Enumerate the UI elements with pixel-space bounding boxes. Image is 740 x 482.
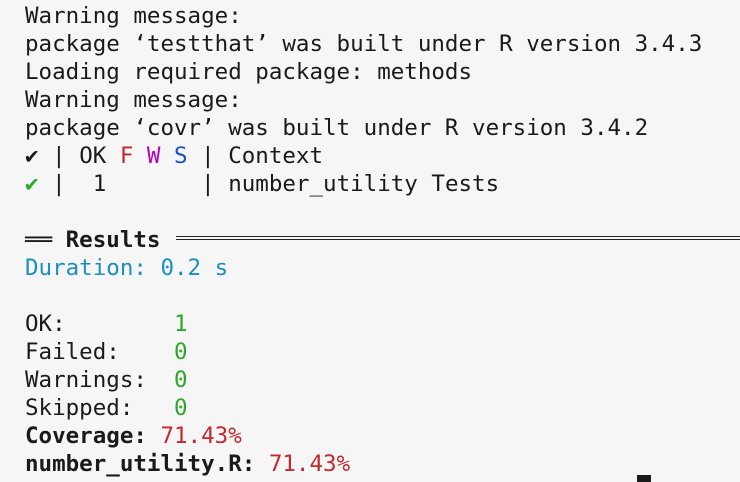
results-heading: Results (65, 227, 161, 253)
check-icon: ✔ (25, 143, 39, 169)
summary-failed-row: Failed: 0 (25, 338, 188, 366)
column-separator: | (201, 143, 215, 169)
test-table-row: ✔ | 1 | number_utility Tests (25, 170, 499, 198)
ok-count: 1 (92, 171, 107, 197)
skipped-label: Skipped: (25, 395, 134, 421)
context-column-header: Context (228, 143, 324, 169)
results-heading-line: ══ Results (25, 226, 160, 254)
summary-ok-row: OK: 1 (25, 310, 188, 338)
ok-column-header: OK (79, 143, 107, 169)
results-rule-line (176, 236, 740, 240)
ok-label: OK: (25, 311, 66, 337)
terminal-window[interactable]: Warning message: package ‘testthat’ was … (0, 0, 740, 482)
skipped-value: 0 (174, 395, 188, 421)
warnings-value: 0 (174, 367, 188, 393)
warning-message-label-2: Warning message: (25, 87, 242, 113)
test-table-header: ✔ | OK F W S | Context (25, 142, 323, 170)
summary-skipped-row: Skipped: 0 (25, 394, 188, 422)
warning-message-text-2: package ‘covr’ was built under R version… (25, 115, 649, 141)
duration-value: 0.2 s (160, 255, 229, 281)
coverage-label: Coverage: (25, 423, 147, 449)
summary-warnings-row: Warnings: 0 (25, 366, 188, 394)
results-rule-prefix: ══ (25, 227, 53, 253)
warning-message-text-1: package ‘testthat’ was built under R ver… (25, 31, 703, 57)
summary-coverage-row: Coverage: 71.43% (25, 422, 242, 450)
test-context-name: number_utility Tests (228, 171, 500, 197)
loading-package-line: Loading required package: methods (25, 59, 473, 85)
column-separator: | (201, 171, 215, 197)
failed-value: 0 (174, 339, 188, 365)
warnings-label: Warnings: (25, 367, 147, 393)
column-separator: | (52, 143, 66, 169)
ok-value: 1 (174, 311, 188, 337)
file-coverage-label: number_utility.R: (25, 451, 256, 477)
duration-label: Duration: (25, 255, 147, 281)
duration-line: Duration: 0.2 s (25, 254, 228, 282)
coverage-value: 71.43% (160, 423, 242, 449)
check-icon: ✔ (25, 171, 39, 197)
warning-message-label-1: Warning message: (25, 3, 242, 29)
warnings-column-header: W (146, 143, 161, 169)
failed-label: Failed: (25, 339, 120, 365)
file-coverage-value: 71.43% (268, 451, 351, 477)
failed-column-header: F (119, 143, 134, 169)
file-coverage-row: number_utility.R: 71.43% (25, 450, 350, 478)
column-separator: | (52, 171, 66, 197)
skipped-column-header: S (174, 143, 188, 169)
terminal-cursor (637, 475, 651, 482)
